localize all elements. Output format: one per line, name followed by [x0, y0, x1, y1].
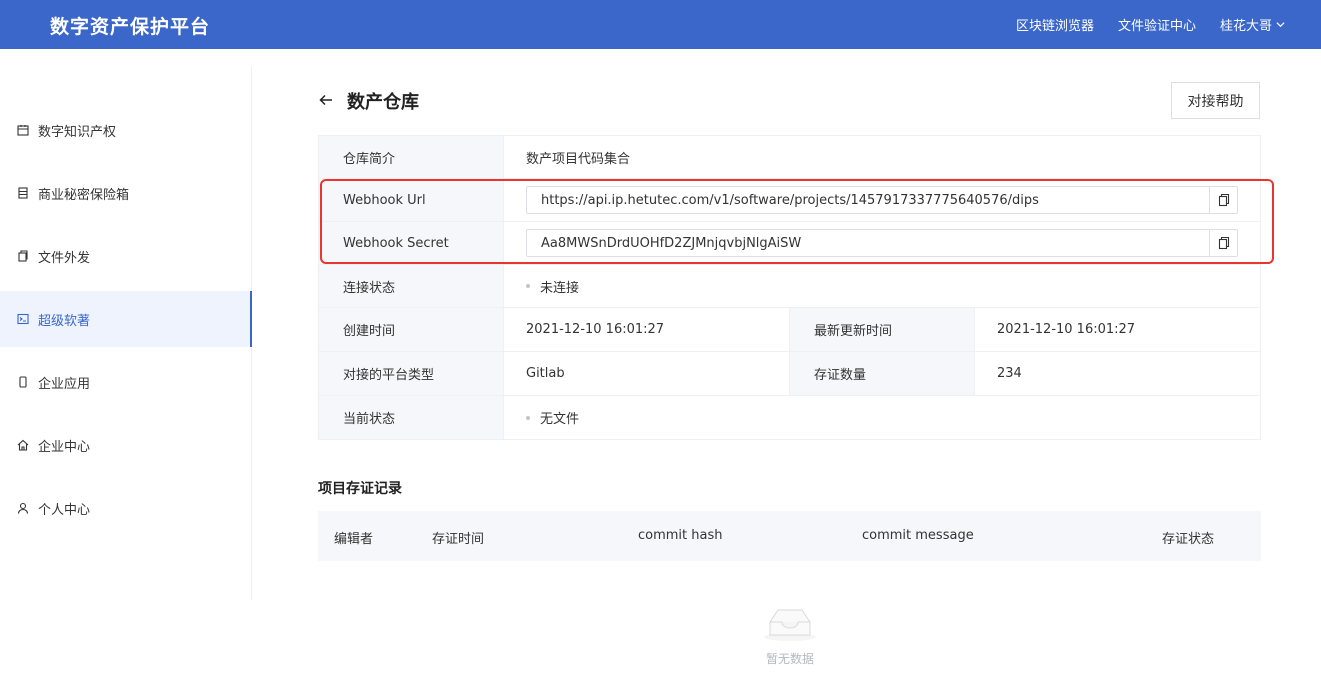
- records-table-header: 编辑者 存证时间 commit hash commit message 存证状态: [318, 511, 1261, 561]
- row-connection: 连接状态 未连接: [319, 265, 1260, 308]
- chevron-down-icon: [1276, 22, 1285, 28]
- status-value: 无文件: [540, 412, 580, 427]
- empty-box-icon: [764, 609, 816, 641]
- records-title: 项目存证记录: [318, 481, 402, 497]
- status-dot: [526, 284, 530, 288]
- created-value: 2021-12-10 16:01:27: [504, 308, 790, 351]
- sidebar: 数字知识产权 商业秘密保险箱 文件外发 超级软著 企业应用 企业中心 个人中心: [0, 66, 252, 600]
- brand-title: 数字资产保护平台: [50, 16, 211, 38]
- file-copy-icon: [16, 249, 30, 263]
- top-nav: 区块链浏览器 文件验证中心 桂花大哥: [1016, 0, 1285, 49]
- platform-value: Gitlab: [504, 352, 790, 395]
- repo-desc-value: 数产项目代码集合: [526, 151, 631, 167]
- created-label: 创建时间: [319, 308, 504, 351]
- col-status: 存证状态: [1162, 532, 1215, 547]
- empty-state: 暂无数据: [760, 604, 820, 667]
- col-commit-message: commit message: [862, 528, 974, 543]
- user-menu[interactable]: 桂花大哥: [1220, 15, 1285, 34]
- sidebar-item-label: 企业应用: [38, 376, 91, 392]
- sidebar-item-file-send[interactable]: 文件外发: [0, 228, 252, 284]
- webhook-secret-field[interactable]: Aa8MWSnDrdUOHfD2ZJMnjqvbjNlgAiSW: [526, 229, 1238, 257]
- sidebar-item-personal-center[interactable]: 个人中心: [0, 480, 252, 536]
- sidebar-item-label: 商业秘密保险箱: [38, 187, 130, 203]
- row-platform: 对接的平台类型 Gitlab 存证数量 234: [319, 352, 1260, 396]
- sidebar-item-ip[interactable]: 数字知识产权: [0, 102, 252, 158]
- row-webhook-secret: Webhook Secret Aa8MWSnDrdUOHfD2ZJMnjqvbj…: [319, 222, 1260, 265]
- home-icon: [16, 438, 30, 452]
- sidebar-item-label: 企业中心: [38, 439, 91, 455]
- sidebar-item-label: 数字知识产权: [38, 124, 117, 140]
- sidebar-item-secret-vault[interactable]: 商业秘密保险箱: [0, 165, 252, 221]
- row-repo-desc: 仓库简介 数产项目代码集合: [319, 136, 1260, 179]
- sidebar-item-enterprise-app[interactable]: 企业应用: [0, 354, 252, 410]
- repo-desc-label: 仓库简介: [319, 136, 504, 178]
- col-editor: 编辑者: [334, 532, 374, 547]
- user-icon: [16, 501, 30, 515]
- webhook-url-label: Webhook Url: [319, 179, 504, 221]
- empty-text: 暂无数据: [765, 652, 814, 666]
- list-icon: [16, 186, 30, 200]
- sidebar-item-label: 超级软著: [38, 313, 91, 329]
- copy-icon[interactable]: [1209, 230, 1237, 256]
- col-time: 存证时间: [432, 532, 485, 547]
- webhook-url-field[interactable]: https://api.ip.hetutec.com/v1/software/p…: [526, 186, 1238, 214]
- nav-file-verify[interactable]: 文件验证中心: [1118, 15, 1196, 34]
- top-header: 数字资产保护平台 区块链浏览器 文件验证中心 桂花大哥: [0, 0, 1321, 49]
- webhook-secret-label: Webhook Secret: [319, 222, 504, 264]
- calendar-icon: [16, 123, 30, 137]
- page-title: 数产仓库: [347, 92, 419, 113]
- sidebar-item-enterprise-center[interactable]: 企业中心: [0, 417, 252, 473]
- row-times: 创建时间 2021-12-10 16:01:27 最新更新时间 2021-12-…: [319, 308, 1260, 352]
- updated-value: 2021-12-10 16:01:27: [997, 322, 1136, 337]
- sidebar-item-super-copyright[interactable]: 超级软著: [0, 291, 252, 347]
- count-label: 存证数量: [790, 352, 975, 395]
- platform-label: 对接的平台类型: [319, 352, 504, 395]
- webhook-url-value[interactable]: https://api.ip.hetutec.com/v1/software/p…: [527, 193, 1209, 208]
- col-commit-hash: commit hash: [638, 528, 723, 543]
- connection-label: 连接状态: [319, 265, 504, 307]
- status-dot: [526, 415, 530, 420]
- updated-label: 最新更新时间: [790, 308, 975, 351]
- webhook-secret-value[interactable]: Aa8MWSnDrdUOHfD2ZJMnjqvbjNlgAiSW: [527, 236, 1209, 251]
- sidebar-item-label: 文件外发: [38, 250, 91, 266]
- phone-icon: [16, 375, 30, 389]
- back-arrow-icon[interactable]: [318, 90, 334, 110]
- row-webhook-url: Webhook Url https://api.ip.hetutec.com/v…: [319, 179, 1260, 222]
- integration-help-button[interactable]: 对接帮助: [1171, 82, 1260, 119]
- copy-icon[interactable]: [1209, 187, 1237, 213]
- status-label: 当前状态: [319, 396, 504, 439]
- row-status: 当前状态 无文件: [319, 396, 1260, 439]
- sidebar-item-label: 个人中心: [38, 502, 91, 518]
- repo-info-table: 仓库简介 数产项目代码集合 Webhook Url https://api.ip…: [318, 135, 1261, 440]
- terminal-icon: [16, 312, 30, 326]
- user-name: 桂花大哥: [1219, 19, 1272, 34]
- connection-value: 未连接: [540, 280, 580, 296]
- count-value: 234: [997, 366, 1022, 381]
- nav-blockchain-browser[interactable]: 区块链浏览器: [1016, 15, 1094, 34]
